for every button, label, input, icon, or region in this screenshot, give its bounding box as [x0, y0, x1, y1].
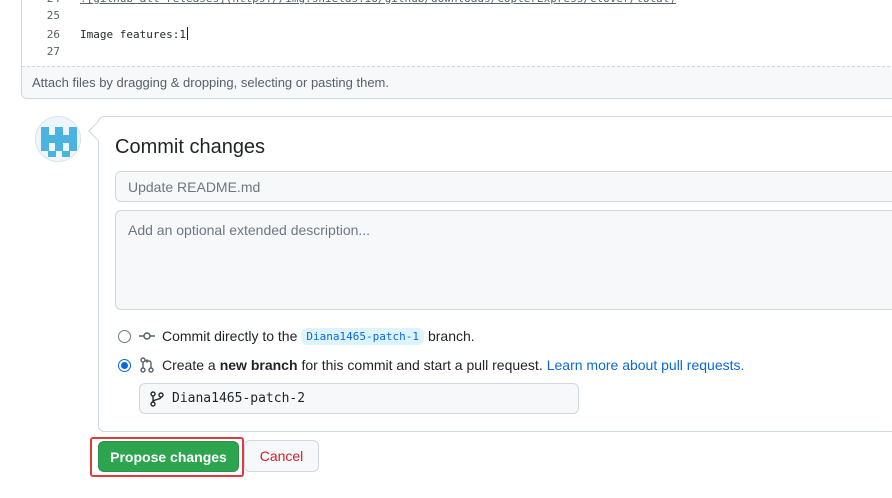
commit-directly-radio[interactable]	[118, 329, 131, 343]
line-number: 26	[46, 28, 60, 41]
file-editor[interactable]: 24 ![github all releases](https://img.sh…	[21, 0, 892, 99]
git-branch-icon	[150, 390, 164, 407]
commit-directly-option[interactable]: Commit directly to the Diana1465-patch-1…	[118, 326, 475, 346]
current-branch-badge: Diana1465-patch-1	[301, 327, 424, 345]
new-branch-field[interactable]	[139, 383, 579, 414]
new-branch-suffix: for this commit and start a pull request…	[301, 357, 543, 373]
line-number: 25	[46, 9, 60, 22]
learn-more-link[interactable]: Learn more about pull requests.	[547, 357, 745, 373]
line-number: 27	[46, 45, 60, 58]
line-text-active: Image features:1	[80, 26, 188, 44]
new-branch-name-input[interactable]	[164, 384, 564, 413]
propose-changes-button[interactable]: Propose changes	[98, 441, 239, 472]
line-text: Image features:1	[80, 28, 186, 41]
avatar[interactable]	[35, 116, 81, 162]
commit-directly-prefix: Commit directly to the	[162, 328, 298, 344]
git-commit-icon	[139, 332, 155, 340]
text-caret	[186, 27, 188, 40]
new-branch-bold: new branch	[219, 357, 298, 373]
commit-title: Commit changes	[115, 136, 266, 158]
code-area[interactable]: 24 ![github all releases](https://img.sh…	[22, 0, 892, 66]
git-pull-request-icon	[140, 357, 154, 373]
attach-files-bar[interactable]: Attach files by dragging & dropping, sel…	[22, 66, 892, 98]
commit-directly-suffix: branch.	[427, 328, 475, 344]
new-branch-prefix: Create a	[162, 357, 216, 373]
commit-description-input[interactable]	[115, 210, 892, 310]
new-branch-option[interactable]: Create a new branch for this commit and …	[118, 355, 744, 375]
line-text: ![github all releases](https://img.shiel…	[80, 0, 676, 8]
new-branch-radio[interactable]	[118, 358, 131, 372]
commit-summary-input[interactable]	[115, 171, 892, 202]
cancel-button[interactable]: Cancel	[244, 440, 319, 472]
identicon-icon	[36, 117, 80, 161]
